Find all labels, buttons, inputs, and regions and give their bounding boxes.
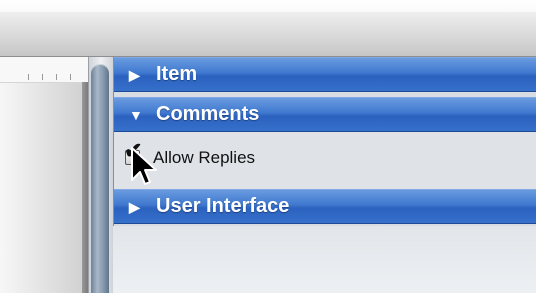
disclosure-right-icon: ▶ [129, 199, 140, 215]
ruler [0, 57, 88, 83]
disclosure-right-icon: ▶ [129, 67, 140, 83]
section-title-user-interface: User Interface [156, 195, 290, 217]
ruler-tick [70, 74, 71, 80]
mouse-pointer-icon [131, 147, 157, 185]
vertical-scrollbar-thumb[interactable] [91, 64, 109, 293]
app-window: ▶ Item ▼ Comments ✔ Allow Replies ▶ User… [0, 0, 536, 293]
document-canvas-area [0, 57, 88, 293]
section-header-comments[interactable]: ▼ Comments [114, 97, 536, 132]
inspector-empty-area [113, 226, 536, 293]
section-title-comments: Comments [156, 103, 260, 125]
ruler-tick [56, 74, 57, 80]
ruler-tick [42, 74, 43, 80]
section-header-item[interactable]: ▶ Item [114, 57, 536, 92]
allow-replies-label[interactable]: Allow Replies [153, 148, 255, 168]
disclosure-down-icon: ▼ [129, 107, 143, 123]
toolbar [0, 12, 536, 57]
ruler-tick [28, 74, 29, 80]
section-title-item: Item [156, 63, 198, 85]
section-header-user-interface[interactable]: ▶ User Interface [114, 189, 536, 224]
